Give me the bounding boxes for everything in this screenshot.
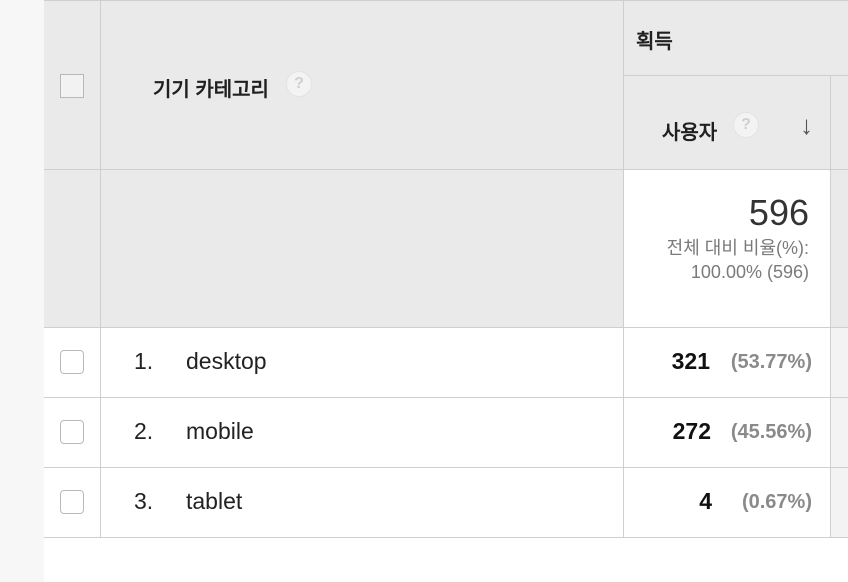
row-index: 3.	[134, 488, 154, 514]
users-metric-header[interactable]: 사용자 ? ↓	[624, 76, 831, 170]
total-users-caption: 전체 대비 비율(%): 100.00% (596)	[667, 236, 809, 284]
row-users-value: 4	[699, 488, 712, 514]
row-users-value: 321	[671, 348, 710, 374]
users-header-label: 사용자	[662, 122, 718, 144]
row-dimension-link[interactable]: desktop	[186, 348, 267, 375]
row-dimension-cell	[101, 328, 624, 397]
totals-dimension-cell	[101, 170, 624, 328]
sort-descending-icon[interactable]: ↓	[800, 110, 813, 141]
left-gutter	[0, 0, 44, 582]
select-all-checkbox[interactable]	[60, 74, 84, 98]
dimension-header-label: 기기 카테고리	[153, 79, 269, 101]
row-checkbox-cell	[44, 398, 101, 467]
row-checkbox[interactable]	[60, 490, 84, 514]
dimension-header-cell[interactable]: 기기 카테고리 ?	[101, 0, 624, 170]
row-checkbox[interactable]	[60, 350, 84, 374]
row-index: 1.	[134, 348, 154, 374]
row-index: 2.	[134, 418, 154, 444]
row-next-stub	[831, 468, 848, 537]
row-dimension-link[interactable]: mobile	[186, 418, 254, 445]
table-row: 1. desktop 321 (53.77%)	[44, 328, 848, 398]
table-row: 2. mobile 272 (45.56%)	[44, 398, 848, 468]
row-users-cell: 272 (45.56%)	[624, 398, 831, 467]
total-caption-label: 전체 대비 비율(%):	[666, 238, 809, 258]
row-dimension-cell	[101, 468, 624, 537]
table-row: 3. tablet 4 (0.67%)	[44, 468, 848, 538]
header-checkbox-cell	[44, 0, 101, 170]
totals-next-stub	[831, 170, 848, 328]
total-caption-value: 100.00% (596)	[690, 262, 809, 282]
acquisition-header-label: 획득	[636, 31, 673, 53]
acquisition-group-header: 획득	[624, 0, 848, 76]
row-users-cell: 321 (53.77%)	[624, 328, 831, 397]
row-users-percent: (53.77%)	[730, 351, 812, 373]
help-icon[interactable]: ?	[733, 112, 759, 138]
row-next-stub	[831, 398, 848, 467]
row-users-value: 272	[672, 418, 711, 444]
row-dimension-cell	[101, 398, 624, 467]
row-checkbox[interactable]	[60, 420, 84, 444]
total-users-value: 596	[748, 192, 809, 233]
row-checkbox-cell	[44, 468, 101, 537]
row-next-stub	[831, 328, 848, 397]
next-column-header-stub	[831, 76, 848, 170]
totals-checkbox-cell	[44, 170, 101, 328]
row-users-percent: (45.56%)	[730, 421, 812, 443]
row-dimension-link[interactable]: tablet	[186, 488, 242, 515]
totals-users-cell: 596 전체 대비 비율(%): 100.00% (596)	[624, 170, 831, 328]
row-checkbox-cell	[44, 328, 101, 397]
help-icon[interactable]: ?	[286, 71, 312, 97]
row-users-percent: (0.67%)	[741, 491, 812, 513]
row-users-cell: 4 (0.67%)	[624, 468, 831, 537]
report-table: 기기 카테고리 ? 획득 사용자 ? ↓ 596 전체 대비 비율(%): 10…	[44, 0, 848, 538]
